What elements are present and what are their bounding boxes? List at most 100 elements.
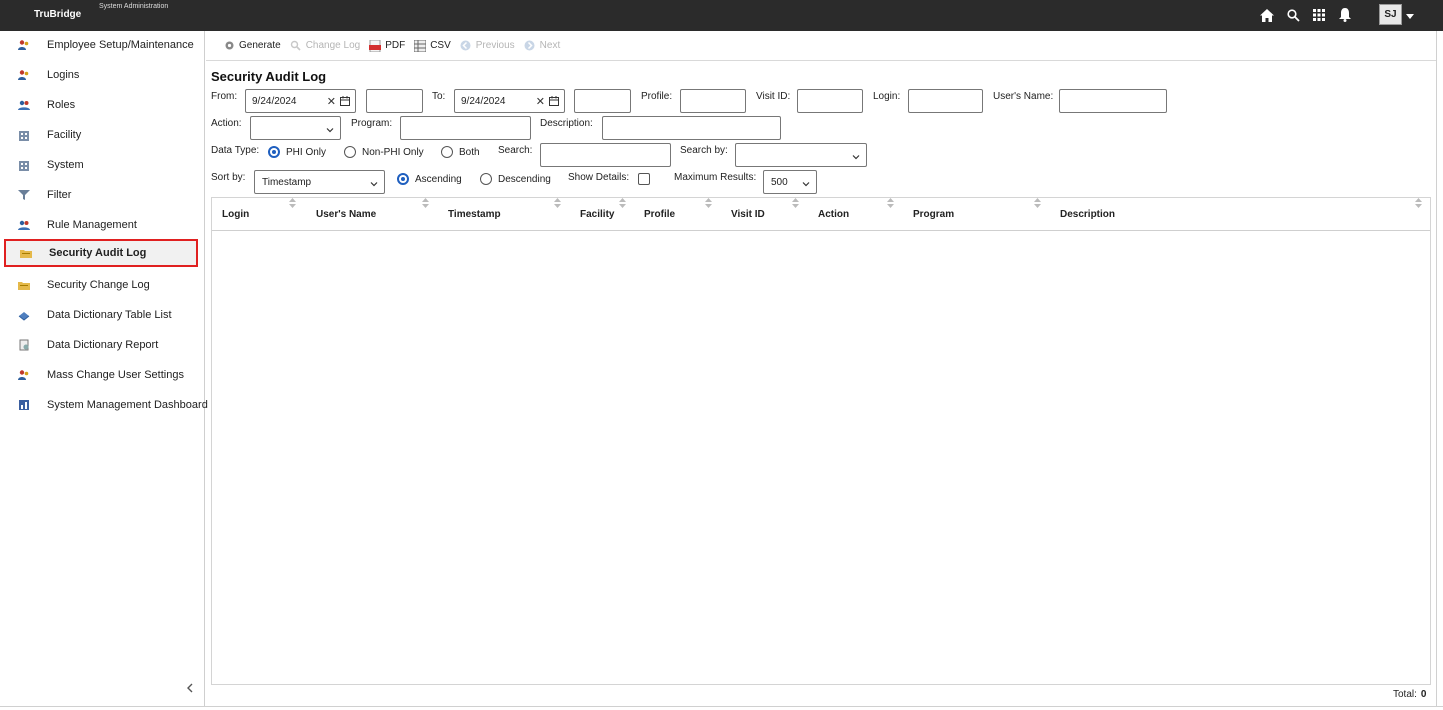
bell-icon[interactable] xyxy=(1337,7,1353,23)
radio-descending-label: Descending xyxy=(498,173,551,185)
search-by-select[interactable] xyxy=(735,143,867,167)
visit-id-label: Visit ID: xyxy=(756,91,791,102)
sidebar-item-security-change-log[interactable]: Security Change Log xyxy=(4,271,198,299)
search-by-label: Search by: xyxy=(680,145,728,156)
column-header-program[interactable]: Program xyxy=(913,198,954,231)
max-results-label: Maximum Results: xyxy=(674,172,757,183)
sidebar-item-rule-management[interactable]: Rule Management xyxy=(4,211,198,239)
from-time-input[interactable] xyxy=(366,89,423,113)
column-header-label: Facility xyxy=(580,209,615,220)
column-header-label: Program xyxy=(913,209,955,220)
radio-ascending-label: Ascending xyxy=(415,173,462,185)
sidebar-item-mass-change-user-settings[interactable]: Mass Change User Settings xyxy=(4,361,198,389)
profile-label: Profile: xyxy=(641,91,673,102)
radio-dot xyxy=(268,146,280,158)
sort-icon[interactable] xyxy=(887,198,894,208)
action-select[interactable] xyxy=(250,116,341,140)
sidebar-item-data-dictionary-table-list[interactable]: Data Dictionary Table List xyxy=(4,301,198,329)
roles-icon xyxy=(18,99,30,111)
login-input[interactable] xyxy=(908,89,983,113)
pdf-label: PDF xyxy=(385,40,406,51)
program-label: Program: xyxy=(351,118,393,129)
sidebar-item-system-management-dashboard[interactable]: System Management Dashboard xyxy=(4,391,208,419)
max-results-select[interactable]: 500 xyxy=(763,170,817,194)
calendar-icon[interactable] xyxy=(340,96,350,109)
sidebar-item-label: Filter xyxy=(47,189,72,201)
column-header-action[interactable]: Action xyxy=(818,198,849,231)
to-date-input[interactable]: 9/24/2024 ✕ xyxy=(454,89,565,113)
sort-icon[interactable] xyxy=(554,198,561,208)
sort-icon[interactable] xyxy=(1034,198,1041,208)
clear-icon[interactable]: ✕ xyxy=(536,95,545,108)
column-header-login[interactable]: Login xyxy=(222,198,249,231)
sort-icon[interactable] xyxy=(289,198,296,208)
sort-by-select[interactable]: Timestamp xyxy=(254,170,385,194)
sort-icon[interactable] xyxy=(619,198,626,208)
csv-button[interactable]: CSV xyxy=(414,39,451,52)
previous-button[interactable]: Previous xyxy=(460,40,515,52)
avatar[interactable]: SJ xyxy=(1379,4,1402,25)
page-title: Security Audit Log xyxy=(211,69,327,84)
search-input[interactable] xyxy=(540,143,671,167)
description-input[interactable] xyxy=(602,116,781,140)
sidebar-item-logins[interactable]: Logins xyxy=(4,61,198,89)
gear-icon xyxy=(223,40,235,52)
sidebar-item-facility[interactable]: Facility xyxy=(4,121,198,149)
next-button[interactable]: Next xyxy=(524,40,560,52)
column-header-description[interactable]: Description xyxy=(1060,198,1115,231)
sidebar-item-label: Employee Setup/Maintenance xyxy=(47,39,194,51)
column-header-visit-id[interactable]: Visit ID xyxy=(731,198,765,231)
clear-icon[interactable]: ✕ xyxy=(327,95,336,108)
show-details-checkbox[interactable] xyxy=(638,173,650,185)
sidebar-item-filter[interactable]: Filter xyxy=(4,181,198,209)
users-name-input[interactable] xyxy=(1059,89,1167,113)
radio-descending[interactable]: Descending xyxy=(480,173,551,185)
generate-label: Generate xyxy=(239,40,281,51)
max-results-value: 500 xyxy=(771,176,788,188)
profile-input[interactable] xyxy=(680,89,746,113)
chevron-down-icon xyxy=(802,179,810,190)
sort-icon[interactable] xyxy=(1415,198,1422,208)
sidebar-item-employee-setup-maintenance[interactable]: Employee Setup/Maintenance xyxy=(4,31,198,59)
sidebar-item-roles[interactable]: Roles xyxy=(4,91,198,119)
column-header-timestamp[interactable]: Timestamp xyxy=(448,198,501,231)
report-icon xyxy=(18,339,30,351)
sort-by-label: Sort by: xyxy=(211,172,246,183)
apps-grid-icon[interactable] xyxy=(1311,7,1327,23)
chevron-down-icon xyxy=(326,125,334,136)
chevron-down-icon[interactable] xyxy=(1406,10,1414,22)
radio-ascending[interactable]: Ascending xyxy=(397,173,462,185)
sidebar-item-security-audit-log[interactable]: Security Audit Log xyxy=(4,239,198,267)
radio-non-phi-only[interactable]: Non-PHI Only xyxy=(344,146,424,158)
sidebar-item-label: Security Audit Log xyxy=(49,247,147,259)
column-header-user-s-name[interactable]: User's Name xyxy=(316,198,376,231)
to-label: To: xyxy=(432,91,446,102)
sidebar-item-data-dictionary-report[interactable]: Data Dictionary Report xyxy=(4,331,198,359)
sidebar-item-system[interactable]: System xyxy=(4,151,198,179)
to-time-input[interactable] xyxy=(574,89,631,113)
visit-id-input[interactable] xyxy=(797,89,863,113)
sidebar-item-label: Rule Management xyxy=(47,219,137,231)
radio-phi-only[interactable]: PHI Only xyxy=(268,146,326,158)
radio-both[interactable]: Both xyxy=(441,146,480,158)
column-header-label: Description xyxy=(1060,209,1116,220)
sidebar-item-label: System xyxy=(47,159,84,171)
calendar-icon[interactable] xyxy=(549,96,559,109)
sort-icon[interactable] xyxy=(422,198,429,208)
toolbar: Generate Change Log PDF CSV Previous Nex… xyxy=(206,31,1436,61)
generate-button[interactable]: Generate xyxy=(223,40,281,52)
home-icon[interactable] xyxy=(1259,7,1275,23)
pdf-button[interactable]: PDF xyxy=(369,39,406,52)
top-bar: TruBridge System Administration Security… xyxy=(0,0,1443,46)
sidebar-item-label: Logins xyxy=(47,69,80,81)
sort-icon[interactable] xyxy=(792,198,799,208)
change-log-button[interactable]: Change Log xyxy=(290,40,360,52)
from-date-input[interactable]: 9/24/2024 ✕ xyxy=(245,89,356,113)
search-icon[interactable] xyxy=(1285,7,1301,23)
column-header-profile[interactable]: Profile xyxy=(644,198,675,231)
collapse-sidebar-icon[interactable] xyxy=(186,682,193,696)
column-header-facility[interactable]: Facility xyxy=(580,198,614,231)
table-icon xyxy=(18,309,30,321)
sort-icon[interactable] xyxy=(705,198,712,208)
program-input[interactable] xyxy=(400,116,531,140)
